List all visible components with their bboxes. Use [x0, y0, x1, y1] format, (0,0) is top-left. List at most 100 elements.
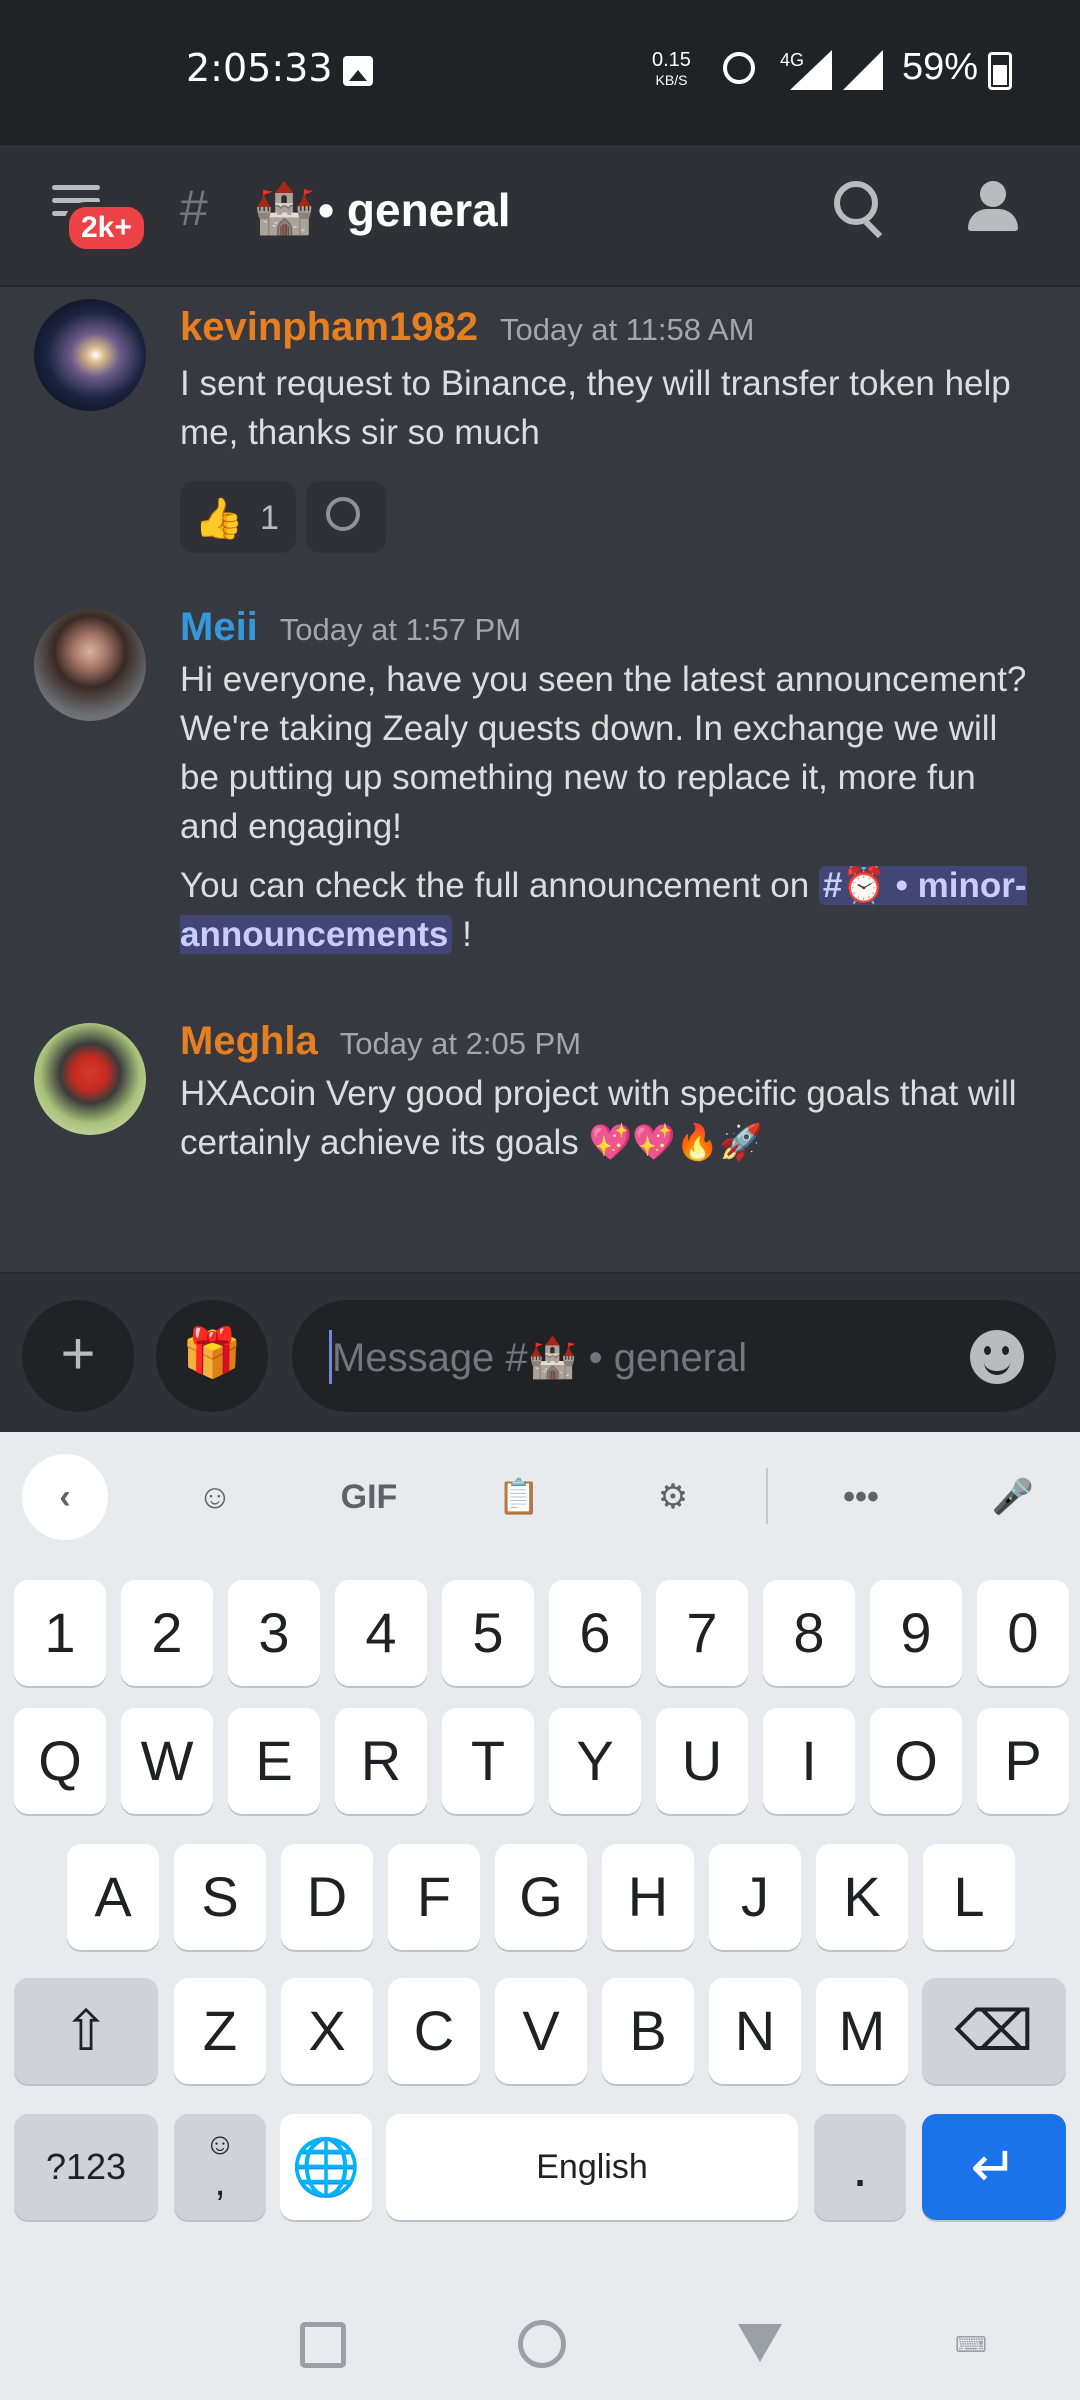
key-o[interactable]: O: [870, 1708, 962, 1814]
clipboard-icon[interactable]: 📋: [476, 1454, 562, 1540]
message-text-2: You can check the full announcement on #…: [180, 866, 1027, 954]
search-icon[interactable]: [834, 181, 878, 225]
username[interactable]: Meii Today at 1:57 PM: [180, 605, 521, 650]
channel-emoji: 🏰: [253, 180, 316, 236]
key-z[interactable]: Z: [174, 1978, 266, 2084]
microphone-icon[interactable]: 🎤: [970, 1454, 1056, 1540]
toolbar-divider: [766, 1468, 768, 1524]
battery-level: 59%: [902, 46, 979, 88]
message-placeholder: Message #🏰 • general: [332, 1336, 748, 1380]
channel-header: 2k+ # 🏰 • general: [0, 145, 1080, 287]
timestamp: Today at 2:05 PM: [339, 1026, 582, 1061]
home-icon[interactable]: [518, 2320, 566, 2368]
key-4[interactable]: 4: [335, 1580, 427, 1686]
key-q[interactable]: Q: [14, 1708, 106, 1814]
key-e[interactable]: E: [228, 1708, 320, 1814]
key-a[interactable]: A: [67, 1844, 159, 1950]
key-f[interactable]: F: [388, 1844, 480, 1950]
username[interactable]: kevinpham1982 Today at 11:58 AM: [180, 305, 754, 350]
battery-icon: [988, 52, 1012, 90]
add-reaction-button[interactable]: [306, 481, 386, 553]
channel-title[interactable]: • general: [318, 183, 511, 237]
gift-icon[interactable]: 🎁: [156, 1300, 268, 1412]
shift-key[interactable]: ⇧: [14, 1978, 158, 2084]
username[interactable]: Meghla Today at 2:05 PM: [180, 1019, 581, 1064]
key-7[interactable]: 7: [656, 1580, 748, 1686]
key-r[interactable]: R: [335, 1708, 427, 1814]
timestamp: Today at 11:58 AM: [499, 312, 755, 347]
signal-icon: [790, 50, 832, 90]
key-k[interactable]: K: [816, 1844, 908, 1950]
key-s[interactable]: S: [174, 1844, 266, 1950]
locked-channel-icon: #: [180, 180, 208, 236]
avatar[interactable]: [34, 1023, 146, 1135]
key-0[interactable]: 0: [977, 1580, 1069, 1686]
reaction-thumbs-up[interactable]: 👍 1: [180, 481, 296, 553]
key-j[interactable]: J: [709, 1844, 801, 1950]
emoji-picker-icon[interactable]: [970, 1330, 1024, 1384]
network-speed: 0.15 KB/S: [652, 49, 691, 88]
alarm-icon: [723, 52, 755, 84]
recents-icon[interactable]: [300, 2322, 346, 2368]
comma-key[interactable]: ☺,: [174, 2114, 266, 2220]
image-notification-icon: [343, 56, 373, 86]
avatar[interactable]: [34, 299, 146, 411]
message-composer: + 🎁 Message #🏰 • general: [0, 1272, 1080, 1434]
status-time: 2:05:33: [186, 46, 333, 90]
key-w[interactable]: W: [121, 1708, 213, 1814]
key-u[interactable]: U: [656, 1708, 748, 1814]
add-attachment-button[interactable]: +: [22, 1300, 134, 1412]
keyboard-hide-icon[interactable]: ⌨: [955, 2332, 989, 2358]
key-9[interactable]: 9: [870, 1580, 962, 1686]
backspace-key[interactable]: ⌫: [922, 1978, 1066, 2084]
symbols-key[interactable]: ?123: [14, 2114, 158, 2220]
members-icon[interactable]: [966, 181, 1026, 231]
key-d[interactable]: D: [281, 1844, 373, 1950]
sticker-icon[interactable]: ☺: [172, 1454, 258, 1540]
key-i[interactable]: I: [763, 1708, 855, 1814]
key-m[interactable]: M: [816, 1978, 908, 2084]
add-reaction-icon: [326, 497, 360, 531]
key-5[interactable]: 5: [442, 1580, 534, 1686]
enter-key[interactable]: ↵: [922, 2114, 1066, 2220]
key-g[interactable]: G: [495, 1844, 587, 1950]
key-y[interactable]: Y: [549, 1708, 641, 1814]
more-icon[interactable]: •••: [818, 1454, 904, 1540]
gif-button[interactable]: GIF: [326, 1454, 412, 1540]
key-b[interactable]: B: [602, 1978, 694, 2084]
thumbs-up-icon: 👍: [194, 497, 244, 541]
message-list[interactable]: kevinpham1982 Today at 11:58 AM I sent re…: [0, 287, 1080, 1272]
timestamp: Today at 1:57 PM: [279, 612, 522, 647]
key-x[interactable]: X: [281, 1978, 373, 2084]
key-l[interactable]: L: [923, 1844, 1015, 1950]
gear-icon[interactable]: ⚙: [630, 1454, 716, 1540]
back-icon[interactable]: [738, 2324, 782, 2362]
unread-badge: 2k+: [64, 202, 149, 254]
avatar[interactable]: [34, 609, 146, 721]
message-text: I sent request to Binance, they will tra…: [180, 364, 1011, 452]
key-p[interactable]: P: [977, 1708, 1069, 1814]
key-6[interactable]: 6: [549, 1580, 641, 1686]
key-2[interactable]: 2: [121, 1580, 213, 1686]
key-h[interactable]: H: [602, 1844, 694, 1950]
message-input[interactable]: Message #🏰 • general: [292, 1300, 1056, 1412]
emoji-key-icon: ☺: [204, 2128, 236, 2161]
keyboard-toolbar: ‹ ☺ GIF 📋 ⚙ ••• 🎤: [0, 1432, 1080, 1558]
key-c[interactable]: C: [388, 1978, 480, 2084]
period-key[interactable]: .: [814, 2114, 906, 2220]
back-arrow-icon[interactable]: ‹: [22, 1454, 108, 1540]
keyboard: ‹ ☺ GIF 📋 ⚙ ••• 🎤 1234567890 QWERTYUIOP AS…: [0, 1432, 1080, 2400]
key-8[interactable]: 8: [763, 1580, 855, 1686]
emoji-group: 💖💖🔥🚀: [588, 1123, 763, 1162]
key-1[interactable]: 1: [14, 1580, 106, 1686]
navigation-bar: ⌨: [0, 2280, 1080, 2400]
globe-icon[interactable]: 🌐: [280, 2114, 372, 2220]
key-t[interactable]: T: [442, 1708, 534, 1814]
message-text: HXAcoin Very good project with specific …: [180, 1074, 1017, 1162]
key-n[interactable]: N: [709, 1978, 801, 2084]
key-v[interactable]: V: [495, 1978, 587, 2084]
message-text: Hi everyone, have you seen the latest an…: [180, 660, 1027, 846]
space-key[interactable]: English: [386, 2114, 798, 2220]
status-bar: 2:05:33 0.15 KB/S 4G 59%: [0, 0, 1080, 145]
key-3[interactable]: 3: [228, 1580, 320, 1686]
